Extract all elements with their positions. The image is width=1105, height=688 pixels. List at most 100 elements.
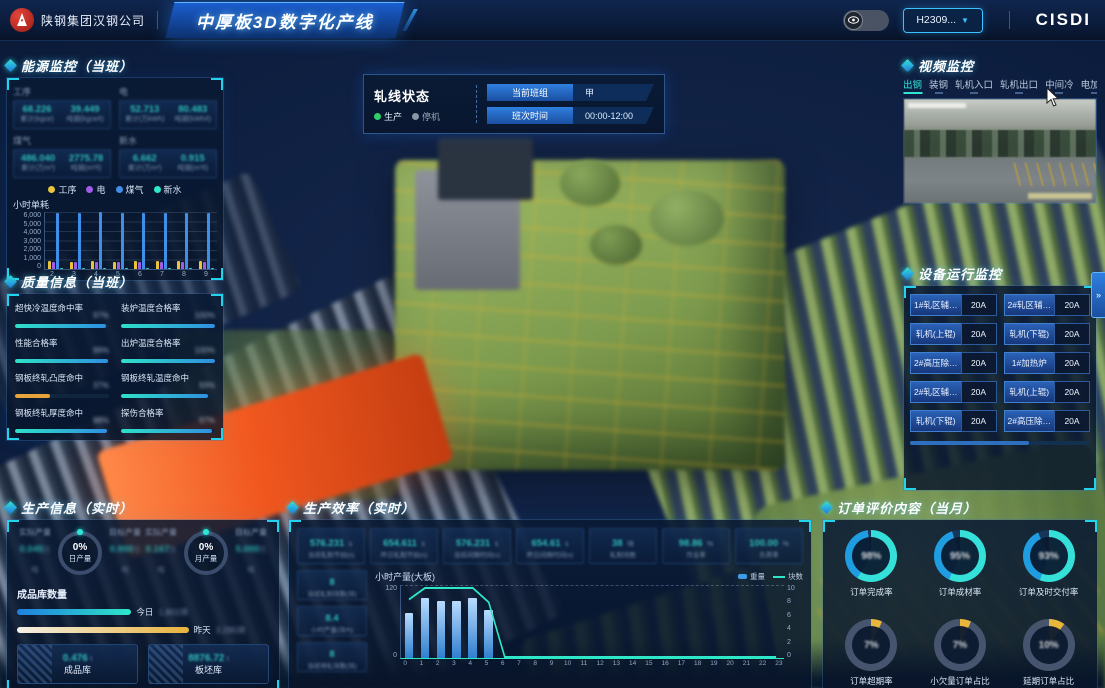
equipment-header: 设备运行监控 — [903, 264, 1097, 282]
equipment-row[interactable]: 轧机(上辊)20A — [1004, 381, 1091, 403]
donut-label: 订单超期率 — [850, 675, 893, 687]
order-donut-1: 95%订单成材率 — [918, 530, 1003, 609]
finished-goods-card: 0.476 t 成品库 — [17, 644, 138, 684]
camera-tab-2[interactable]: 轧机入口 — [955, 77, 993, 94]
efficiency-side-stat: 8当班轧制块数(块) — [297, 570, 367, 600]
efficiency-stat: 100.00 %负荷率 — [735, 528, 803, 564]
shift-select-dropdown[interactable]: H2309... ▼ — [903, 8, 983, 33]
chevron-down-icon: ▼ — [961, 16, 969, 25]
equipment-row[interactable]: 2#高压除…20A — [1004, 410, 1091, 432]
bar — [189, 268, 192, 269]
panel-diamond-icon — [4, 501, 17, 514]
x-tick: 13 — [608, 660, 624, 667]
x-tick: 16 — [657, 660, 673, 667]
legend-weight: 重量 — [738, 571, 765, 582]
y-tick: 0 — [787, 652, 791, 659]
x-tick: 12 — [592, 660, 608, 667]
quality-panel: 超快冷温度命中率 97% 装炉温度合格率 100% 性能合格率 99% 出炉温度… — [6, 293, 224, 441]
stopped-dot-icon — [412, 113, 419, 120]
donut-label: 小欠量订单占比 — [930, 675, 990, 687]
today-bar — [17, 609, 131, 615]
inventory-title: 成品库数量 — [17, 586, 269, 601]
efficiency-stat: 576.231 s当班间隙时间(s) — [443, 528, 511, 564]
donut-value: 7% — [845, 619, 897, 671]
efficiency-stat: 654.611 s昨日轧制节拍(s) — [370, 528, 438, 564]
equipment-row[interactable]: 轧机(下辊)20A — [910, 410, 997, 432]
efficiency-stat: 654.61 s昨日间隙时间(s) — [516, 528, 584, 564]
energy-bar-group — [113, 212, 128, 269]
equipment-list: 1#轧区辅…20A 2#轧区辅…20A 轧机(上辊)20A 轧机(下辊)20A 2#高压… — [910, 294, 1090, 432]
legend-item: 新水 — [154, 183, 182, 196]
page-title-text: 中厚板3D数字化产线 — [196, 8, 374, 33]
production-info-widget: 生产信息（实时） 实际产量 0.045万吨 0% 日产量 目标产量 0.900万… — [6, 498, 280, 688]
donut-value: 98% — [845, 530, 897, 582]
camera-tab-4[interactable]: 中间冷 — [1045, 77, 1074, 94]
daily-output-gauge-group: 实际产量 0.045万吨 0% 日产量 目标产量 0.900万吨 — [17, 528, 143, 578]
x-tick: 22 — [755, 660, 771, 667]
visibility-toggle[interactable] — [843, 10, 889, 31]
equipment-row[interactable]: 2#轧区辅…20A — [1004, 294, 1091, 316]
efficiency-panel: 576.231 s当班轧制节拍(s)654.611 s昨日轧制节拍(s)576.… — [288, 519, 812, 688]
donut-value: 93% — [1023, 530, 1075, 582]
inventory-bar-yesterday: 昨天 3,295块 — [17, 624, 269, 636]
bar — [134, 261, 137, 269]
quality-item: 探伤合格率 97% — [121, 407, 215, 434]
equipment-row[interactable]: 1#加热炉20A — [1004, 352, 1091, 374]
equipment-row[interactable]: 1#轧区辅…20A — [910, 294, 997, 316]
page-title: 中厚板3D数字化产线 — [166, 2, 405, 38]
equipment-scrollbar[interactable] — [910, 441, 1090, 445]
equipment-row[interactable]: 2#高压除…20A — [910, 352, 997, 374]
energy-bar-group — [134, 212, 149, 269]
equipment-panel-collapse-handle[interactable]: » — [1091, 272, 1105, 318]
equipment-monitor-widget: 设备运行监控 1#轧区辅…20A 2#轧区辅…20A 轧机(上辊)20A 轧机(下辊)… — [903, 264, 1097, 491]
camera-tab-0[interactable]: 出钢 — [903, 77, 922, 94]
orders-panel: 98%订单完成率95%订单成材率93%订单及时交付率7%订单超期率7%小欠量订单… — [822, 519, 1098, 688]
efficiency-stat: 98.86 %作业率 — [662, 528, 730, 564]
daily-output-ring-gauge: 0% 日产量 — [58, 531, 102, 575]
equipment-row[interactable]: 轧机(下辊)20A — [1004, 323, 1091, 345]
scene-cylinder — [560, 160, 620, 206]
quality-item: 钢板终轧凸度命中 37% — [15, 372, 109, 399]
header-actions: H2309... ▼ CISDI — [843, 8, 1105, 33]
y-tick: 0 — [393, 652, 397, 659]
equipment-scrollbar-thumb[interactable] — [910, 441, 1029, 445]
company-name: 陕钢集团汉钢公司 — [41, 12, 145, 29]
bar — [56, 213, 59, 269]
equipment-row[interactable]: 2#轧区辅…20A — [910, 381, 997, 403]
y-tick: 4 — [787, 625, 791, 632]
production-title: 生产信息（实时） — [21, 498, 133, 517]
legend-dot-icon — [116, 186, 123, 193]
shift-select-value: H2309... — [916, 14, 956, 26]
x-tick: 21 — [738, 660, 754, 667]
x-tick: 0 — [397, 660, 413, 667]
bar — [156, 261, 159, 269]
eye-icon — [844, 11, 863, 30]
yesterday-bar — [17, 627, 189, 633]
video-monitor-widget: 视频监控 出钢装钢轧机入口轧机出口中间冷电加热 — [903, 56, 1097, 204]
camera-tab-1[interactable]: 装钢 — [929, 77, 948, 94]
camera-tab-3[interactable]: 轧机出口 — [1000, 77, 1038, 94]
bar-legend-icon — [738, 574, 747, 579]
x-tick: 19 — [706, 660, 722, 667]
y-tick: 5,000 — [23, 221, 41, 228]
camera-tab-5[interactable]: 电加热 — [1081, 77, 1097, 94]
bar — [138, 262, 141, 269]
energy-group-electricity: 电 52.713累计(万kWh) 80.483吨钢(kWh/t) — [119, 84, 217, 129]
bar — [52, 262, 55, 269]
bar — [181, 262, 184, 269]
camera-feed-machinery — [904, 130, 1096, 157]
bar — [95, 262, 98, 269]
line-series — [401, 586, 784, 658]
panel-diamond-icon — [286, 501, 299, 514]
legend-count: 块数 — [773, 571, 803, 582]
energy-bar-group — [156, 212, 171, 269]
equipment-row[interactable]: 轧机(上辊)20A — [910, 323, 997, 345]
y-tick: 1,000 — [23, 255, 41, 262]
header-divider — [157, 11, 158, 29]
current-shift-row: 当前班组 甲 — [487, 84, 654, 101]
panel-diamond-icon — [4, 59, 17, 72]
donut-ring: 98% — [845, 530, 897, 582]
title-slash-decoration — [402, 9, 418, 31]
bar — [142, 213, 145, 269]
bar — [203, 262, 206, 269]
